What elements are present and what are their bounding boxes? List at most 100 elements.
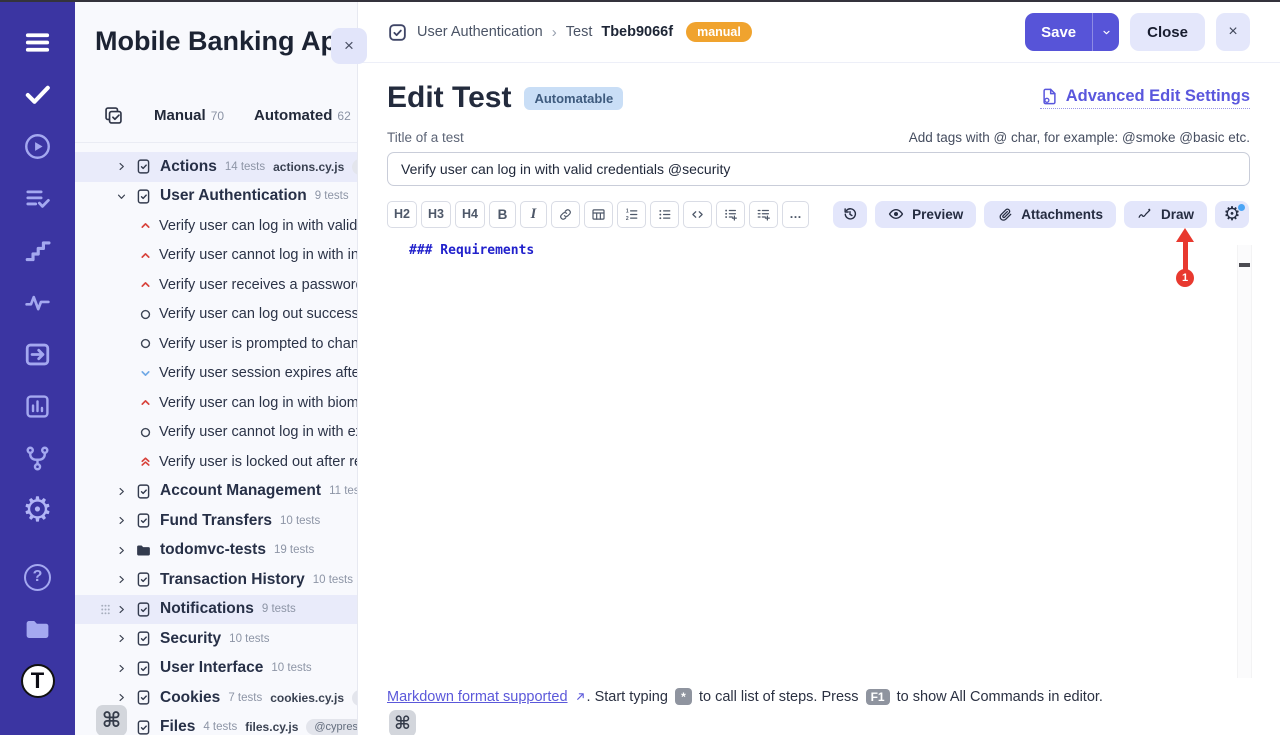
- editor-settings-button[interactable]: ⚙: [1215, 201, 1249, 228]
- tree-test-item[interactable]: Verify user cannot log in with invalid c…: [75, 241, 357, 271]
- save-options-button[interactable]: [1092, 13, 1119, 51]
- test-title: Verify user cannot log in with invalid c…: [159, 247, 357, 263]
- tree-test-item[interactable]: Verify user receives a password reset em…: [75, 270, 357, 300]
- priority-high-icon: [139, 219, 152, 232]
- test-title: Verify user is prompted to change passwo…: [159, 336, 357, 352]
- sidebar-item-steps[interactable]: [0, 228, 75, 272]
- paperclip-icon: [997, 206, 1013, 222]
- preview-button[interactable]: Preview: [875, 201, 976, 228]
- sidebar-item-logo[interactable]: T: [0, 659, 75, 703]
- tree-suite-user-interface[interactable]: User Interface 10 tests: [75, 654, 357, 684]
- sidebar-item-analytics[interactable]: [0, 384, 75, 428]
- test-title: Verify user can log in with valid creden…: [159, 218, 357, 234]
- sidebar-item-runs[interactable]: [0, 124, 75, 168]
- sidebar-item-tests[interactable]: [0, 72, 75, 116]
- logo-icon: T: [21, 664, 55, 698]
- test-title: Verify user is locked out after repeated…: [159, 454, 357, 470]
- suite-test-count: 10 tests: [313, 574, 353, 586]
- sidebar-item-help[interactable]: ?: [0, 555, 75, 599]
- select-tests-icon[interactable]: [103, 105, 124, 126]
- tree-test-item[interactable]: Verify user can log in with biometrics: [75, 388, 357, 418]
- app: ⚙?T Mobile Banking App × Manual 70 Autom…: [0, 0, 1280, 735]
- format-more-button[interactable]: …: [782, 201, 809, 228]
- format-h2-button[interactable]: H2: [387, 201, 417, 228]
- doc-icon: [135, 660, 152, 677]
- ruler-marker: [1239, 263, 1250, 267]
- sidebar-item-projects[interactable]: [0, 607, 75, 651]
- tab-manual[interactable]: Manual 70: [154, 107, 224, 124]
- draw-button[interactable]: Draw: [1124, 201, 1207, 228]
- format-insert-numbered-steps-button[interactable]: [749, 201, 778, 228]
- save-button[interactable]: Save: [1025, 13, 1092, 51]
- tab-automated[interactable]: Automated 62: [254, 107, 351, 124]
- breadcrumb-test-id: Tbeb9066f: [601, 24, 673, 40]
- format-h3-button[interactable]: H3: [421, 201, 451, 228]
- format-bold-button[interactable]: B: [489, 201, 516, 228]
- close-button[interactable]: Close: [1130, 13, 1205, 51]
- sidebar-icon-list: ⚙? T: [0, 2, 75, 703]
- sidebar-item-plans[interactable]: [0, 176, 75, 220]
- tree-test-item[interactable]: Verify user can log out successfully: [75, 300, 357, 330]
- format-italic-button[interactable]: I: [520, 201, 547, 228]
- suite-label: todomvc-tests: [160, 541, 266, 559]
- tree-suite-account-management[interactable]: Account Management11 tests: [75, 477, 357, 507]
- suite-label: User Interface: [160, 659, 263, 677]
- format-bullet-list-button[interactable]: [650, 201, 679, 228]
- dismiss-button[interactable]: ×: [1216, 13, 1250, 51]
- attachments-button[interactable]: Attachments: [984, 201, 1116, 228]
- tree-suite-todomvc-tests[interactable]: todomvc-tests19 tests: [75, 536, 357, 566]
- tree-suite-user-authentication[interactable]: User Authentication 9 tests: [75, 182, 357, 212]
- format-insert-bullet-steps-button[interactable]: [716, 201, 745, 228]
- chevron-right-icon: [116, 604, 127, 615]
- history-button[interactable]: [833, 201, 867, 228]
- suite-test-count: 10 tests: [271, 662, 311, 674]
- command-key-hint: ⌘: [389, 710, 416, 735]
- advanced-edit-settings-link[interactable]: Advanced Edit Settings: [1040, 87, 1250, 109]
- tree-suite-fund-transfers[interactable]: Fund Transfers10 tests: [75, 506, 357, 536]
- folder-icon: [135, 542, 152, 559]
- history-icon: [842, 206, 858, 222]
- tree-suite-actions[interactable]: Actions14 testsactions.cy.js@c: [75, 152, 357, 182]
- editor-content[interactable]: ### Requirements: [409, 243, 534, 258]
- sidebar-item-pulse[interactable]: [0, 280, 75, 324]
- chevron-right-icon: [116, 633, 127, 644]
- format-table-button[interactable]: [584, 201, 613, 228]
- suite-label: Transaction History: [160, 571, 305, 589]
- doc-icon: [135, 689, 152, 706]
- tree-suite-notifications[interactable]: Notifications9 tests: [75, 595, 357, 625]
- field-labels-row: Title of a test Add tags with @ char, fo…: [387, 130, 1250, 145]
- tree-test-item[interactable]: Verify user is prompted to change passwo…: [75, 329, 357, 359]
- test-title: Verify user can log in with biometrics: [159, 395, 357, 411]
- suite-test-count: 9 tests: [315, 190, 349, 202]
- format-ordered-list-button[interactable]: 12: [617, 201, 646, 228]
- tree-test-item[interactable]: Verify user cannot log in with expired c…: [75, 418, 357, 448]
- doc-icon: [135, 158, 152, 175]
- projects-icon: [23, 615, 52, 644]
- panel-close-button[interactable]: ×: [331, 28, 367, 64]
- sidebar-item-settings[interactable]: ⚙: [0, 488, 75, 532]
- editor-overview-ruler[interactable]: [1237, 245, 1252, 678]
- save-split-button: Save: [1025, 13, 1119, 51]
- sidebar-item-pulls[interactable]: [0, 332, 75, 376]
- tree-suite-transaction-history[interactable]: Transaction History 10 tests: [75, 565, 357, 595]
- document-settings-icon: [1040, 87, 1059, 106]
- tree-suite-security[interactable]: Security 10 tests: [75, 624, 357, 654]
- breadcrumb-suite[interactable]: User Authentication: [417, 24, 543, 40]
- suite-test-count: 10 tests: [229, 633, 269, 645]
- sidebar-item-menu[interactable]: [0, 20, 75, 64]
- suite-label: User Authentication: [160, 187, 307, 205]
- doc-icon: [135, 601, 152, 618]
- tree-test-item[interactable]: Verify user session expires after inacti…: [75, 359, 357, 389]
- table-icon: [591, 207, 606, 222]
- markdown-format-link[interactable]: Markdown format supported: [387, 689, 587, 705]
- sidebar-item-branches[interactable]: [0, 436, 75, 480]
- test-check-icon: [387, 22, 408, 43]
- tree-test-item[interactable]: Verify user is locked out after repeated…: [75, 447, 357, 477]
- test-title-input[interactable]: [387, 152, 1250, 186]
- suite-label: Security: [160, 630, 221, 648]
- tree-test-item[interactable]: Verify user can log in with valid creden…: [75, 211, 357, 241]
- format-code-button[interactable]: [683, 201, 712, 228]
- format-link-button[interactable]: [551, 201, 580, 228]
- tags-hint: Add tags with @ char, for example: @smok…: [909, 130, 1250, 145]
- format-h4-button[interactable]: H4: [455, 201, 485, 228]
